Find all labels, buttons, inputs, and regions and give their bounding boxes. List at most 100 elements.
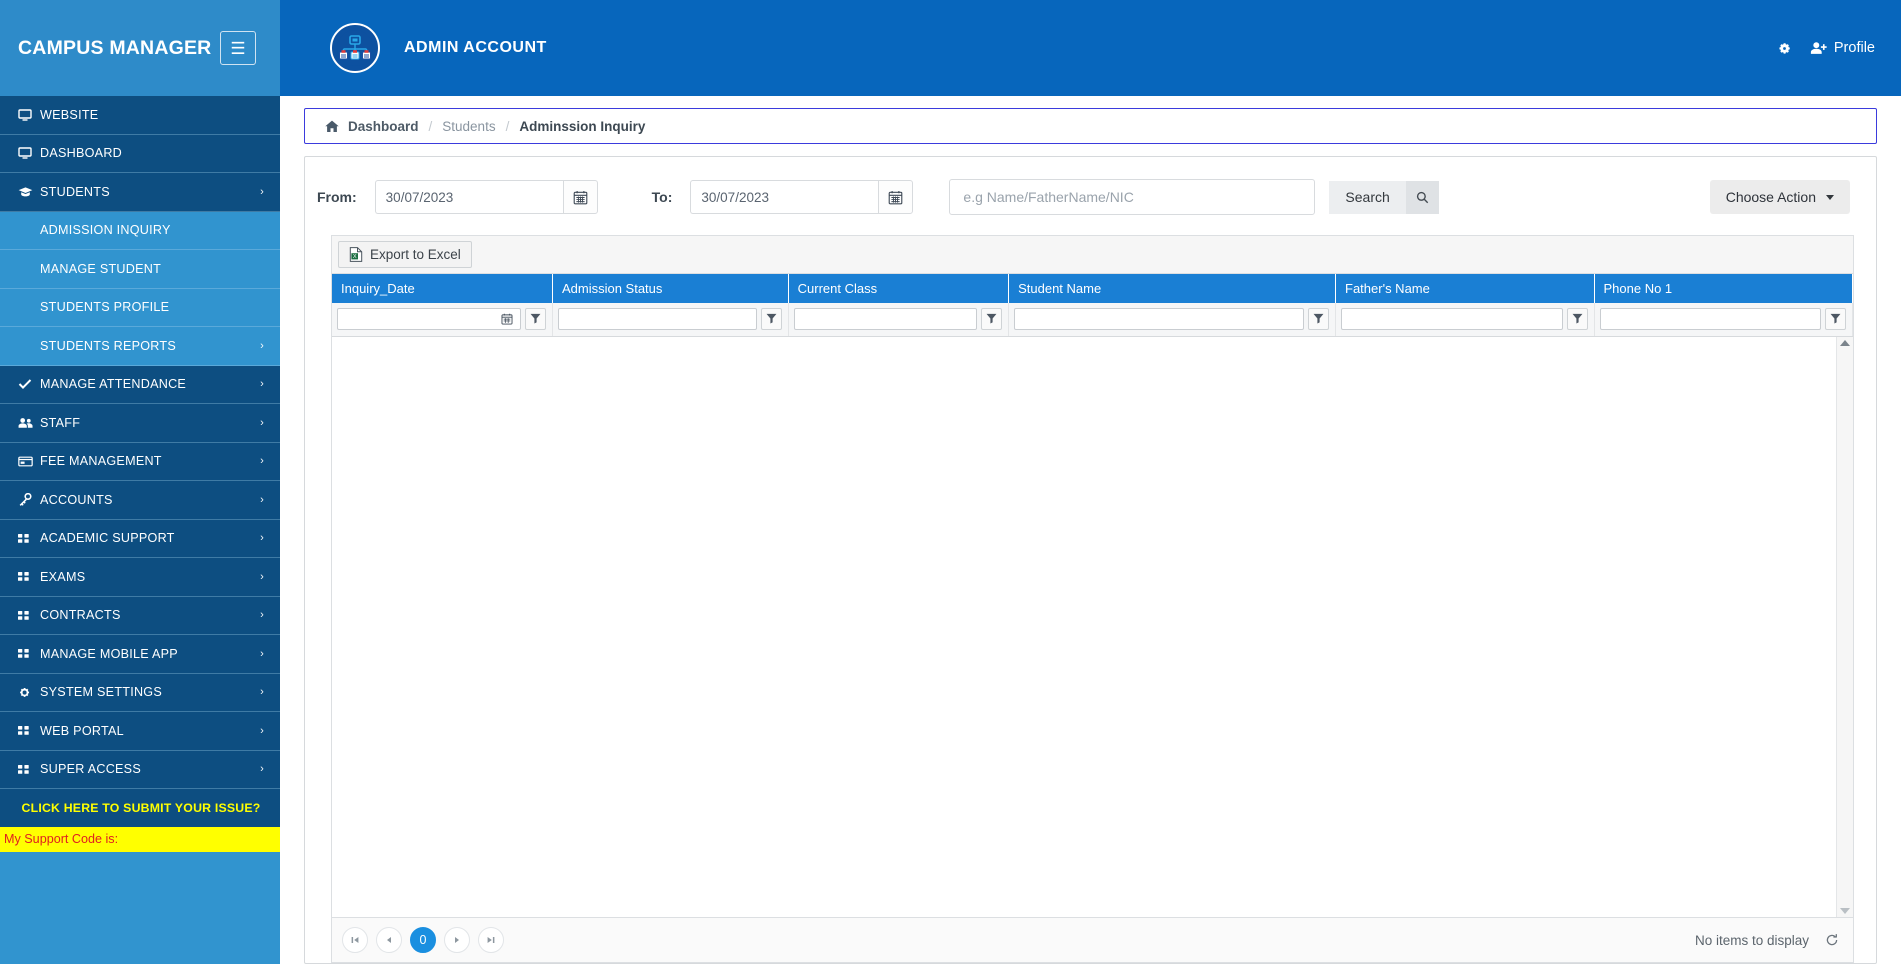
- breadcrumb-item-students[interactable]: Students: [442, 119, 495, 134]
- to-date-field[interactable]: [690, 180, 914, 214]
- funnel-icon[interactable]: [981, 307, 1003, 330]
- calendar-icon[interactable]: [562, 180, 598, 214]
- column-filter-input[interactable]: [797, 310, 974, 327]
- column-filter-input-wrap[interactable]: [337, 307, 521, 330]
- sidebar-item-manage-attendance[interactable]: MANAGE ATTENDANCE ›: [0, 365, 280, 404]
- column-filter-input[interactable]: [1603, 310, 1817, 327]
- calendar-icon[interactable]: [878, 180, 914, 214]
- filter-cell: [1594, 303, 1853, 337]
- app-root: CAMPUS MANAGER ☰ WEBSITE DASHBOARD STUDENT…: [0, 0, 1901, 964]
- first-page-icon[interactable]: [342, 927, 368, 953]
- search-input[interactable]: [949, 179, 1316, 215]
- account-title: ADMIN ACCOUNT: [404, 39, 547, 56]
- pager-status-text: No items to display: [1694, 932, 1809, 948]
- refresh-icon[interactable]: [1825, 933, 1839, 947]
- funnel-icon[interactable]: [760, 307, 782, 330]
- column-filter-input-wrap[interactable]: [1599, 307, 1821, 330]
- sidebar-item-admission-inquiry[interactable]: ADMISSION INQUIRY: [0, 211, 280, 250]
- sidebar-item-system-settings[interactable]: SYSTEM SETTINGS ›: [0, 673, 280, 712]
- column-header-admission-status[interactable]: Admission Status: [552, 274, 789, 303]
- column-filter-input-wrap[interactable]: [1341, 307, 1563, 330]
- svg-text:X: X: [353, 254, 357, 260]
- grid-table: Inquiry_Date Admission Status Current Clas…: [332, 274, 1853, 337]
- sidebar-item-staff[interactable]: STAFF ›: [0, 404, 280, 443]
- org-chart-badge-icon: [330, 23, 380, 73]
- header-actions: Profile: [1777, 40, 1875, 56]
- chevron-right-icon: ›: [260, 493, 264, 506]
- grid-pager: 0 No items to display: [332, 918, 1853, 962]
- sidebar-item-label: ACCOUNTS: [40, 492, 113, 507]
- column-filter-input-wrap[interactable]: [793, 307, 978, 330]
- sidebar-item-contracts[interactable]: CONTRACTS ›: [0, 596, 280, 635]
- column-header-student-name[interactable]: Student Name: [1008, 274, 1337, 303]
- to-date-input[interactable]: [690, 180, 879, 214]
- brand-header: CAMPUS MANAGER ☰: [0, 0, 280, 96]
- funnel-icon[interactable]: [1566, 307, 1588, 330]
- sidebar-item-super-access[interactable]: SUPER ACCESS ›: [0, 750, 280, 789]
- scroll-down-icon[interactable]: [1840, 908, 1850, 914]
- grid-icon: [18, 725, 40, 736]
- sidebar-item-label: STUDENTS: [40, 184, 110, 199]
- pager-status-area: No items to display: [1695, 933, 1839, 948]
- sidebar-item-fee-management[interactable]: FEE MANAGEMENT ›: [0, 442, 280, 481]
- sidebar-item-accounts[interactable]: ACCOUNTS ›: [0, 481, 280, 520]
- sidebar-item-manage-student[interactable]: MANAGE STUDENT: [0, 250, 280, 289]
- funnel-icon[interactable]: [524, 307, 546, 330]
- from-date-field[interactable]: [374, 180, 598, 214]
- sidebar-item-website[interactable]: WEBSITE: [0, 96, 280, 135]
- from-date-input[interactable]: [374, 180, 563, 214]
- magnifier-icon[interactable]: [1405, 180, 1439, 214]
- next-page-icon[interactable]: [444, 927, 470, 953]
- sidebar-item-label: FEE MANAGEMENT: [40, 454, 162, 469]
- funnel-icon[interactable]: [1825, 307, 1846, 330]
- filter-toolbar: From: 30/07/2023 To: 30/07/2023 e.g Name…: [305, 157, 1876, 235]
- gear-icon[interactable]: [1777, 41, 1792, 56]
- sidebar-item-label: ACADEMIC SUPPORT: [40, 531, 175, 546]
- grid-vertical-scrollbar[interactable]: [1836, 336, 1853, 917]
- prev-page-icon[interactable]: [376, 927, 402, 953]
- column-filter-input-wrap[interactable]: [1014, 307, 1305, 330]
- sidebar-item-label: STAFF: [40, 415, 81, 430]
- sidebar-item-students-profile[interactable]: STUDENTS PROFILE: [0, 288, 280, 327]
- sidebar-item-label: MANAGE ATTENDANCE: [40, 377, 187, 392]
- export-to-excel-button[interactable]: X Export to Excel: [338, 241, 472, 268]
- funnel-icon[interactable]: [1308, 307, 1330, 330]
- column-header-current-class[interactable]: Current Class: [788, 274, 1010, 303]
- scroll-up-icon[interactable]: [1840, 339, 1850, 346]
- page-number-button[interactable]: 0: [410, 927, 436, 953]
- column-filter-input[interactable]: [1018, 310, 1301, 327]
- hamburger-icon[interactable]: ☰: [220, 31, 256, 65]
- last-page-icon[interactable]: [478, 927, 504, 953]
- sidebar-item-students-reports[interactable]: STUDENTS REPORTS ›: [0, 327, 280, 366]
- grid-icon: [18, 571, 40, 582]
- column-header-father-s-name[interactable]: Father's Name: [1335, 274, 1595, 303]
- column-filter-input-wrap[interactable]: [557, 307, 757, 330]
- column-filter-input[interactable]: [341, 310, 497, 327]
- choose-action-button[interactable]: Choose Action: [1709, 180, 1850, 214]
- chevron-right-icon: ›: [260, 647, 264, 660]
- column-header-phone-no-1[interactable]: Phone No 1: [1594, 274, 1853, 303]
- breadcrumb-item-dashboard[interactable]: Dashboard: [348, 119, 419, 134]
- filter-cell: [552, 303, 789, 337]
- column-filter-input[interactable]: [561, 310, 753, 327]
- calendar-icon[interactable]: [497, 313, 517, 325]
- chevron-right-icon: ›: [260, 686, 264, 699]
- chevron-down-icon: [1826, 194, 1834, 200]
- sidebar-item-exams[interactable]: EXAMS ›: [0, 558, 280, 597]
- search-button[interactable]: Search: [1329, 180, 1406, 214]
- breadcrumb-separator: /: [505, 118, 510, 134]
- column-filter-input[interactable]: [1345, 310, 1559, 327]
- chevron-right-icon: ›: [260, 378, 264, 391]
- sidebar-item-manage-mobile-app[interactable]: MANAGE MOBILE APP ›: [0, 635, 280, 674]
- sidebar-item-students[interactable]: STUDENTS ›: [0, 173, 280, 212]
- sidebar-item-submit-issue[interactable]: CLICK HERE TO SUBMIT YOUR ISSUE?: [0, 789, 280, 827]
- filter-cell: [1335, 303, 1595, 337]
- search-button-group: Search: [1329, 180, 1439, 214]
- column-header-inquiry-date[interactable]: Inquiry_Date: [332, 274, 553, 303]
- sidebar-item-dashboard[interactable]: DASHBOARD: [0, 134, 280, 173]
- sidebar-item-web-portal[interactable]: WEB PORTAL ›: [0, 712, 280, 751]
- sidebar-item-academic-support[interactable]: ACADEMIC SUPPORT ›: [0, 519, 280, 558]
- main-area: ADMIN ACCOUNT Profile Dashboard / Studen…: [280, 0, 1901, 964]
- home-icon[interactable]: [325, 120, 339, 133]
- profile-button[interactable]: Profile: [1810, 40, 1875, 56]
